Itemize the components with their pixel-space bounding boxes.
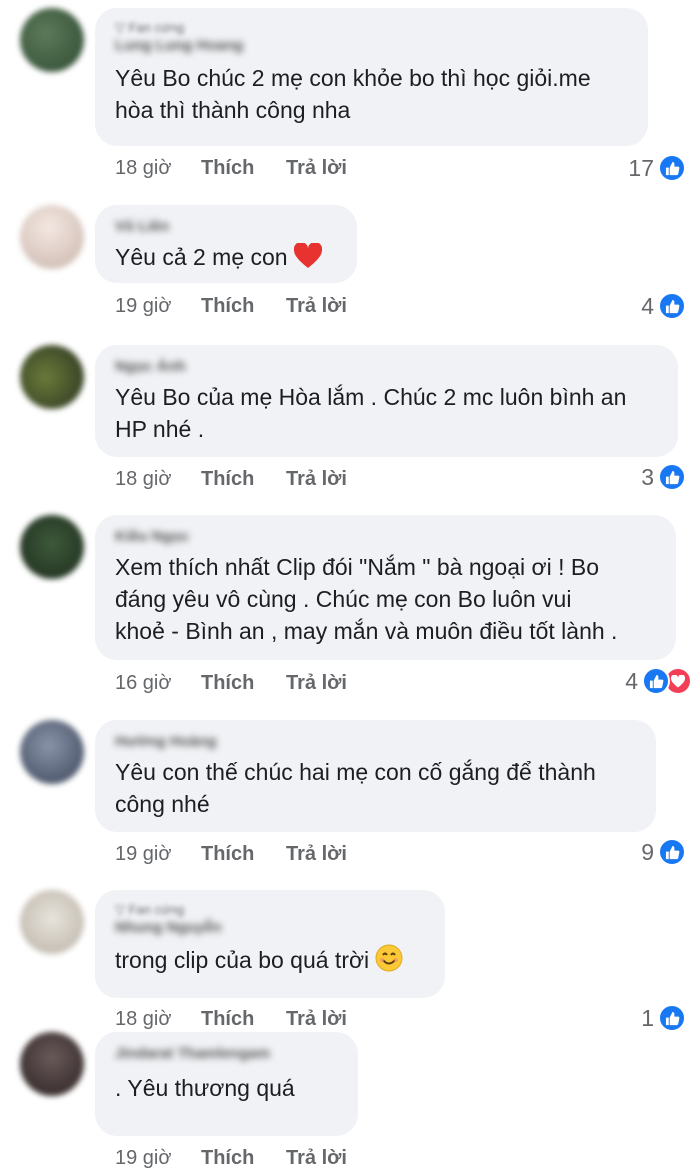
comment-text: Yêu Bo chúc 2 mẹ con khỏe bo thì học giỏ… xyxy=(115,65,591,123)
reply-button[interactable]: Trả lời xyxy=(286,1144,347,1172)
comment-bubble: Kiều Ngọc Xem thích nhất Clip đói "Nắm "… xyxy=(95,515,676,660)
comment-text: trong clip của bo quá trời xyxy=(115,944,425,980)
reaction-count: 4 xyxy=(641,292,654,319)
reaction-count: 17 xyxy=(628,154,654,181)
reply-button[interactable]: Trả lời xyxy=(286,669,347,697)
reaction-summary[interactable]: 3 xyxy=(641,461,686,493)
avatar[interactable] xyxy=(20,720,84,784)
like-icon xyxy=(658,463,686,491)
like-icon xyxy=(658,838,686,866)
comment-author[interactable]: Hường Hoàng xyxy=(115,732,636,752)
comment-bubble: ▽ Fan cứng Nhung Nguyễn trong clip của b… xyxy=(95,890,445,998)
comment-time[interactable]: 19 giờ xyxy=(115,1144,171,1172)
like-button[interactable]: Thích xyxy=(201,1144,254,1172)
comment-text: Yêu con thế chúc hai mẹ con cố gắng để t… xyxy=(115,759,596,817)
comment-text: . Yêu thương quá xyxy=(115,1075,295,1101)
comment-time[interactable]: 19 giờ xyxy=(115,840,171,868)
comment-author[interactable]: Vũ Liên xyxy=(115,217,337,237)
reply-button[interactable]: Trả lời xyxy=(286,154,347,182)
like-button[interactable]: Thích xyxy=(201,840,254,868)
comment-text: Yêu Bo của mẹ Hòa lắm . Chúc 2 mc luôn b… xyxy=(115,384,627,442)
reply-button[interactable]: Trả lời xyxy=(286,1005,347,1033)
comment-text: Xem thích nhất Clip đói "Nắm " bà ngoại … xyxy=(115,554,618,644)
comment-bubble: Hường Hoàng Yêu con thế chúc hai mẹ con … xyxy=(95,720,656,832)
reaction-summary[interactable]: 4 xyxy=(641,290,686,322)
avatar[interactable] xyxy=(20,890,84,954)
comment-author[interactable]: Nhung Nguyễn xyxy=(115,918,425,938)
avatar[interactable] xyxy=(20,8,84,72)
reaction-summary[interactable]: 1 xyxy=(641,1002,686,1034)
comment-text: Yêu cả 2 mẹ con xyxy=(115,241,337,277)
reaction-count: 3 xyxy=(641,463,654,490)
like-icon xyxy=(642,667,670,695)
avatar[interactable] xyxy=(20,345,84,409)
badge-icon: ▽ xyxy=(115,20,129,35)
comment-bubble: ▽ Fan cứng Lung Lung Hoang Yêu Bo chúc 2… xyxy=(95,8,648,146)
comment-time[interactable]: 18 giờ xyxy=(115,465,171,493)
reply-button[interactable]: Trả lời xyxy=(286,840,347,868)
comment-bubble: Ngọc Ánh Yêu Bo của mẹ Hòa lắm . Chúc 2 … xyxy=(95,345,678,457)
comment-bubble: Vũ Liên Yêu cả 2 mẹ con xyxy=(95,205,357,283)
fan-badge: ▽ Fan cứng xyxy=(115,902,185,917)
reply-button[interactable]: Trả lời xyxy=(286,465,347,493)
like-button[interactable]: Thích xyxy=(201,292,254,320)
reaction-count: 4 xyxy=(625,667,638,694)
comment-time[interactable]: 19 giờ xyxy=(115,292,171,320)
like-icon xyxy=(658,292,686,320)
avatar[interactable] xyxy=(20,1032,84,1096)
reaction-count: 9 xyxy=(641,838,654,865)
reply-button[interactable]: Trả lời xyxy=(286,292,347,320)
comment-bubble: Jindarat Thamlengam . Yêu thương quá xyxy=(95,1032,358,1136)
reaction-count: 1 xyxy=(641,1004,654,1031)
fan-badge: ▽ Fan cứng xyxy=(115,20,185,35)
comment-author[interactable]: Kiều Ngọc xyxy=(115,527,656,547)
comment-author[interactable]: Lung Lung Hoang xyxy=(115,36,628,56)
like-icon xyxy=(658,154,686,182)
badge-icon: ▽ xyxy=(115,902,129,917)
like-button[interactable]: Thích xyxy=(201,669,254,697)
comment-time[interactable]: 18 giờ xyxy=(115,1005,171,1033)
red-heart-emoji xyxy=(293,241,322,277)
like-button[interactable]: Thích xyxy=(201,154,254,182)
reaction-summary[interactable]: 17 xyxy=(628,152,686,184)
like-button[interactable]: Thích xyxy=(201,1005,254,1033)
like-icon xyxy=(658,1004,686,1032)
comment-author[interactable]: Jindarat Thamlengam xyxy=(115,1044,338,1064)
comment-time[interactable]: 16 giờ xyxy=(115,669,171,697)
comment-author[interactable]: Ngọc Ánh xyxy=(115,357,658,377)
avatar[interactable] xyxy=(20,515,84,579)
reaction-summary[interactable]: 4 xyxy=(625,665,692,697)
reaction-summary[interactable]: 9 xyxy=(641,836,686,868)
avatar[interactable] xyxy=(20,205,84,269)
like-button[interactable]: Thích xyxy=(201,465,254,493)
smiling-face-emoji xyxy=(375,944,403,980)
comment-time[interactable]: 18 giờ xyxy=(115,154,171,182)
